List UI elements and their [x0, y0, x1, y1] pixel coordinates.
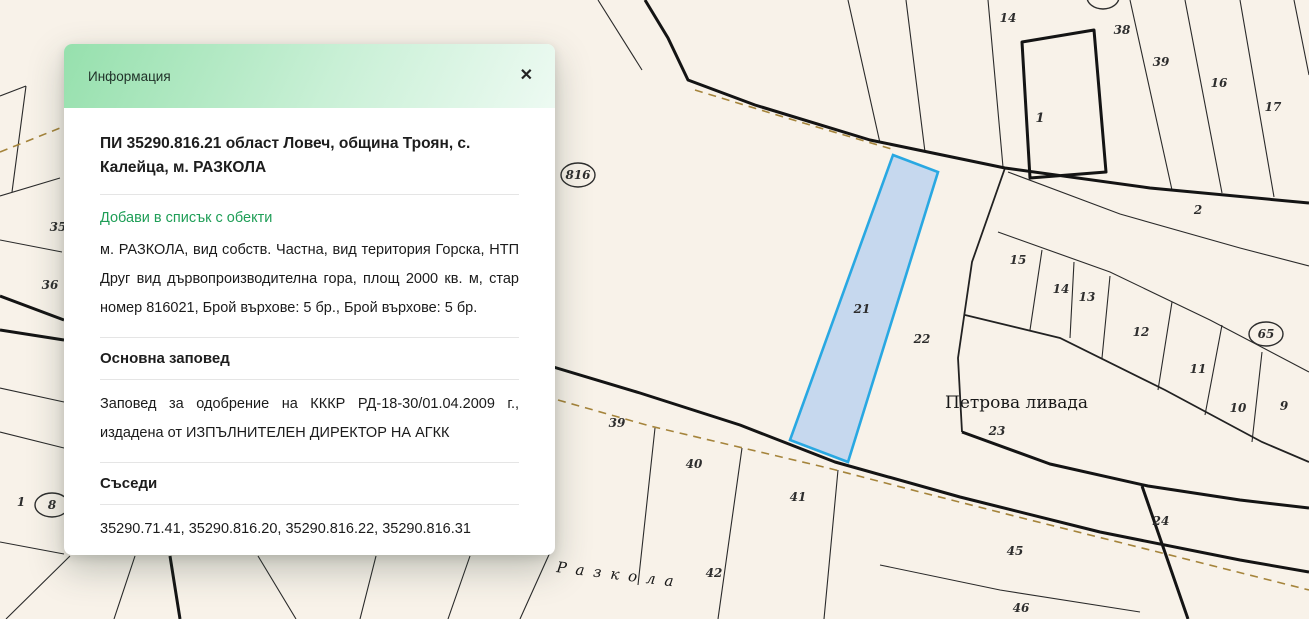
parcel-number-label: 2: [1193, 203, 1202, 217]
section-text-main-order: Заповед за одобрение на КККР РД-18-30/01…: [100, 390, 519, 448]
parcel-number-label: 1: [1035, 111, 1044, 126]
object-title: ПИ 35290.816.21 област Ловеч, община Тро…: [100, 132, 519, 195]
parcel-number-label: 16: [1211, 76, 1228, 90]
parcel-number-label: 15: [1010, 253, 1027, 267]
parcel-number-label: 39: [1153, 55, 1170, 69]
parcel-number-label: 10: [1230, 401, 1247, 415]
parcel-number-label: 12: [1133, 325, 1150, 339]
parcel-number-label: 21: [853, 302, 871, 316]
add-to-list-link[interactable]: Добави в списък с обекти: [100, 210, 272, 226]
parcel-number-label: 40: [686, 457, 703, 471]
popup-body: ПИ 35290.816.21 област Ловеч, община Тро…: [64, 108, 555, 555]
section-heading-neighbors: Съседи: [100, 462, 519, 505]
parcel-number-label: 9: [1280, 399, 1289, 413]
parcel-number-label: 13: [1079, 290, 1096, 304]
parcel-number-label: 36: [42, 278, 59, 292]
parcel-number-label: 14: [1053, 282, 1070, 296]
info-popup: Информация ✕ ПИ 35290.816.21 област Лове…: [64, 44, 555, 555]
parcel-number-label: 41: [790, 490, 807, 504]
close-icon[interactable]: ✕: [520, 68, 533, 84]
place-name-label: Петрова ливада: [945, 393, 1088, 413]
popup-title: Информация: [88, 69, 171, 84]
parcel-number-label: 39: [609, 416, 626, 430]
parcel-number-label: 38: [1114, 23, 1131, 37]
object-description: м. РАЗКОЛА, вид собств. Частна, вид тери…: [100, 236, 519, 323]
parcel-number-label: 24: [1152, 514, 1170, 528]
parcel-number-label: 23: [988, 424, 1006, 438]
parcel-number-label: 14: [1000, 11, 1017, 25]
parcel-number-label: 17: [1265, 100, 1282, 114]
popup-header: Информация ✕: [64, 44, 555, 108]
parcel-number-label: 1: [17, 495, 25, 509]
parcel-number-label: 22: [913, 332, 931, 346]
svg-text:816: 816: [565, 168, 591, 182]
section-heading-main-order: Основна заповед: [100, 337, 519, 380]
parcel-number-label: 11: [1190, 362, 1207, 376]
parcel-number-label: 46: [1013, 601, 1030, 615]
parcel-number-label: 42: [706, 566, 723, 580]
parcel-number-label: 45: [1007, 544, 1024, 558]
svg-text:65: 65: [1258, 327, 1275, 341]
svg-text:8: 8: [48, 498, 57, 512]
section-text-neighbors: 35290.71.41, 35290.816.20, 35290.816.22,…: [100, 515, 519, 544]
